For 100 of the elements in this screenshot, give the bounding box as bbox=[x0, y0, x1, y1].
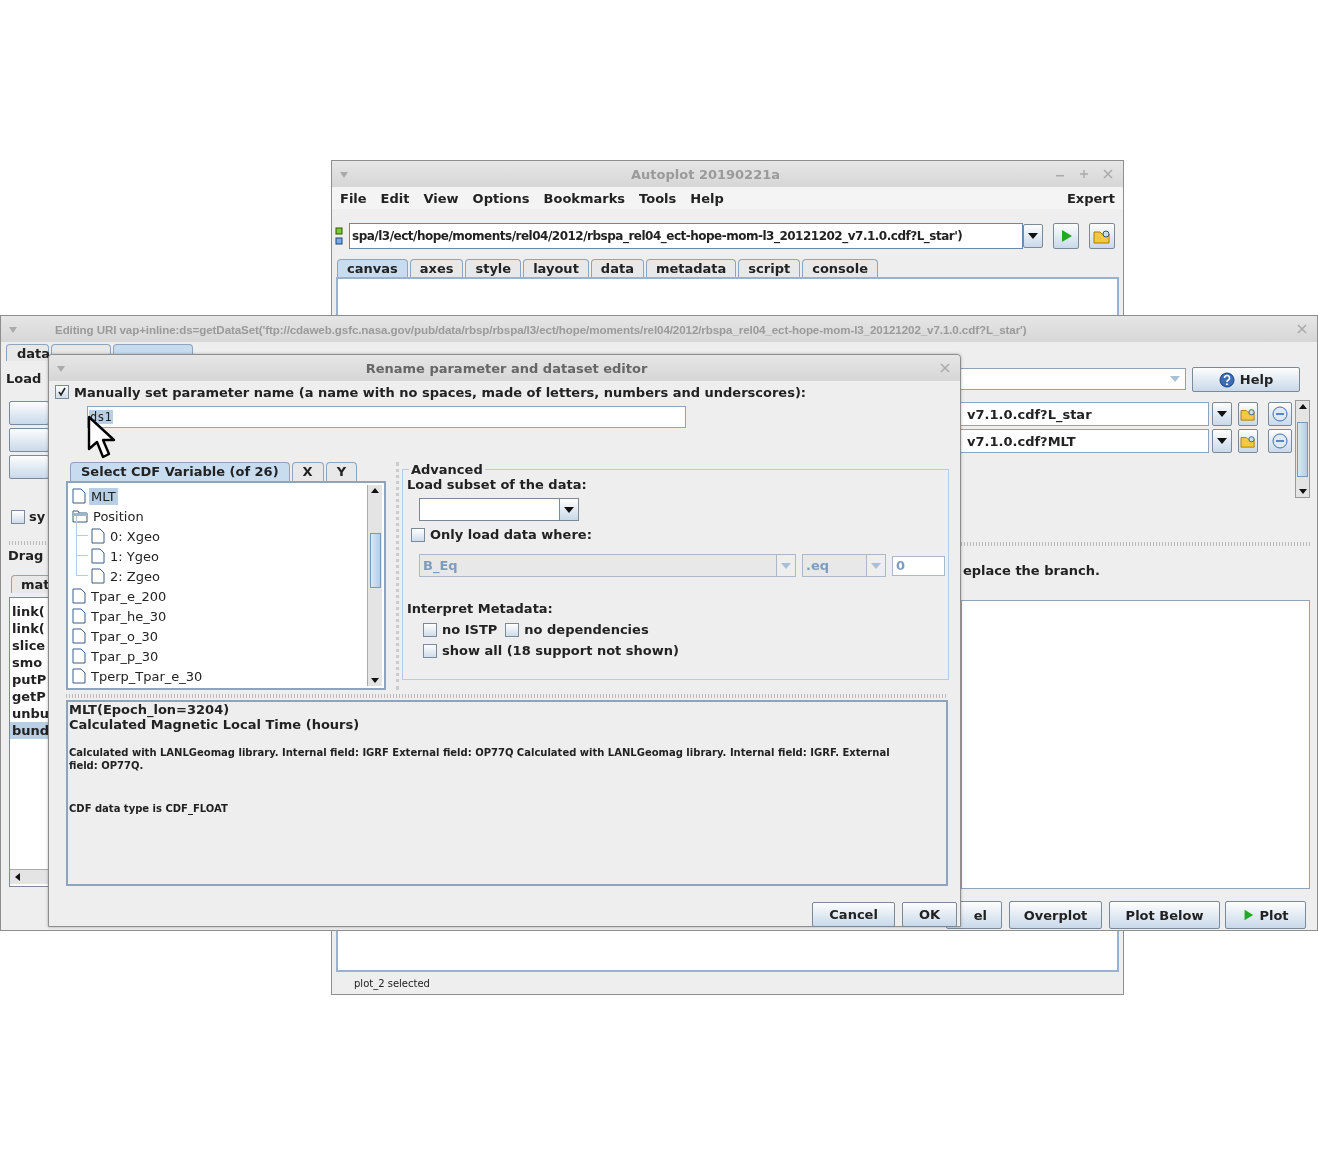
list-item[interactable]: bund bbox=[10, 722, 48, 739]
help-button[interactable]: Help bbox=[1192, 367, 1300, 392]
dropdown-button[interactable] bbox=[1212, 402, 1232, 426]
checkbox[interactable] bbox=[11, 509, 25, 524]
list-item[interactable]: link( bbox=[10, 603, 48, 620]
list-item[interactable]: getP bbox=[10, 688, 48, 705]
tree-line bbox=[76, 516, 88, 536]
tab[interactable]: Select CDF Variable (of 26) bbox=[70, 462, 290, 481]
window-title: Autoplot 20190221a bbox=[630, 166, 781, 182]
checkbox[interactable] bbox=[423, 622, 437, 637]
file-icon bbox=[91, 528, 105, 544]
list-item[interactable]: smo bbox=[10, 654, 48, 671]
button[interactable] bbox=[9, 401, 49, 425]
remove-icon[interactable] bbox=[1268, 402, 1292, 426]
label: Load subset of the data: bbox=[407, 477, 588, 492]
description-text: Calculated with LANLGeomag library. Internal field: IGRF External field: OP77Q Calculated with LANLGeomag library. Internal field: IGRF. External field: OP77Q. bbox=[69, 746, 891, 772]
dropdown-button[interactable] bbox=[1212, 429, 1232, 453]
file-icon bbox=[91, 548, 105, 564]
tree-item[interactable]: Tpar_o_30 bbox=[89, 627, 160, 645]
menu-item[interactable]: File bbox=[340, 190, 367, 206]
dropdown[interactable] bbox=[419, 498, 579, 521]
status-text: plot_2 selected bbox=[353, 976, 431, 992]
tree-item[interactable]: 0: Xgeo bbox=[108, 527, 162, 545]
checkbox-label: Only load data where: bbox=[430, 527, 592, 542]
folder-icon[interactable] bbox=[1238, 429, 1258, 453]
variable-signature: MLT(Epoch_lon=3204) bbox=[69, 702, 231, 717]
window-menu-icon[interactable] bbox=[56, 366, 66, 372]
tab[interactable]: data bbox=[590, 259, 644, 277]
menu-item[interactable]: Expert bbox=[1067, 190, 1115, 206]
file-icon bbox=[72, 668, 86, 684]
checkbox-label: no ISTP bbox=[442, 622, 498, 637]
tab[interactable]: X bbox=[291, 462, 324, 481]
uri-field[interactable]: v7.1.0.cdf?L_star bbox=[959, 402, 1209, 426]
tab[interactable]: script bbox=[738, 259, 801, 277]
dropdown-button[interactable] bbox=[1023, 224, 1043, 248]
tree-item[interactable]: 1: Ygeo bbox=[108, 547, 161, 565]
scrollbar[interactable] bbox=[10, 869, 48, 884]
uri-field[interactable]: v7.1.0.cdf?MLT bbox=[959, 429, 1209, 453]
menu-item[interactable]: Options bbox=[472, 190, 530, 206]
play-icon bbox=[1242, 909, 1255, 921]
menu-item[interactable]: View bbox=[423, 190, 459, 206]
file-icon bbox=[72, 608, 86, 624]
remove-icon[interactable] bbox=[1268, 429, 1292, 453]
menu-item[interactable]: Bookmarks bbox=[543, 190, 626, 206]
tab[interactable]: Y bbox=[325, 462, 358, 481]
list-item[interactable]: unbu bbox=[10, 705, 48, 722]
button[interactable]: Cancel bbox=[812, 902, 895, 927]
tree-item[interactable]: Position bbox=[91, 507, 146, 525]
folder-icon[interactable] bbox=[1089, 223, 1115, 249]
list-item[interactable]: putP bbox=[10, 671, 48, 688]
button[interactable] bbox=[9, 428, 49, 452]
button[interactable]: OK bbox=[901, 902, 957, 927]
tree-item[interactable]: MLT bbox=[89, 487, 118, 505]
list-item[interactable]: link( bbox=[10, 620, 48, 637]
checkbox[interactable] bbox=[505, 622, 520, 637]
folder-icon[interactable] bbox=[1238, 402, 1258, 426]
tab[interactable]: axes bbox=[409, 259, 464, 277]
scrollbar[interactable] bbox=[1295, 400, 1310, 498]
close-icon[interactable] bbox=[1103, 169, 1113, 179]
button[interactable] bbox=[9, 455, 49, 479]
tab[interactable]: console bbox=[802, 259, 879, 277]
label: Interpret Metadata: bbox=[407, 601, 554, 616]
dialog-title: Rename parameter and dataset editor bbox=[364, 360, 649, 376]
scrollbar[interactable] bbox=[367, 485, 382, 686]
list-item[interactable]: slice bbox=[10, 637, 48, 654]
menu-item[interactable]: Edit bbox=[380, 190, 410, 206]
window-menu-icon[interactable] bbox=[8, 327, 18, 333]
button[interactable]: Plot Below bbox=[1109, 901, 1220, 929]
window-menu-icon[interactable] bbox=[339, 172, 349, 178]
hint-text: eplace the branch. bbox=[963, 563, 1100, 578]
file-icon bbox=[72, 488, 86, 504]
menu-item[interactable]: Tools bbox=[639, 190, 677, 206]
file-icon bbox=[72, 628, 86, 644]
tab[interactable]: style bbox=[465, 259, 522, 277]
tree-item[interactable]: Tpar_he_30 bbox=[89, 607, 169, 625]
uri-field[interactable]: spa/l3/ect/hope/moments/rel04/2012/rbspa_rel04_ect-hope-mom-l3_20121202_v7.1.0.cdf?L_star') bbox=[349, 223, 1023, 249]
button[interactable]: Overplot bbox=[1009, 901, 1102, 929]
menu-item[interactable]: Help bbox=[690, 190, 724, 206]
tab[interactable]: canvas bbox=[337, 259, 408, 277]
label: Drag bbox=[8, 548, 44, 563]
tab[interactable]: layout bbox=[523, 259, 589, 277]
checkbox[interactable] bbox=[55, 385, 69, 399]
tree-line bbox=[76, 536, 88, 556]
label: Load bbox=[6, 371, 42, 386]
button[interactable]: Plot bbox=[1225, 901, 1306, 929]
tab[interactable]: metadata bbox=[645, 259, 737, 277]
play-icon[interactable] bbox=[1053, 223, 1079, 249]
checkbox[interactable] bbox=[423, 643, 437, 658]
tree-item[interactable]: Tpar_p_30 bbox=[89, 647, 161, 665]
checkbox-label: sy bbox=[29, 509, 46, 524]
close-icon[interactable] bbox=[1297, 324, 1307, 334]
tree-item[interactable]: Tperp_Tpar_e_30 bbox=[89, 667, 205, 685]
variable-title: Calculated Magnetic Local Time (hours) bbox=[69, 717, 361, 732]
folder-icon bbox=[72, 509, 88, 523]
file-icon bbox=[91, 568, 105, 584]
tab[interactable]: data bbox=[6, 344, 49, 361]
tree-item[interactable]: 2: Zgeo bbox=[108, 567, 162, 585]
checkbox-label: Manually set parameter name (a name with no spaces, made of letters, numbers and underscores): bbox=[74, 384, 807, 400]
tree-item[interactable]: Tpar_e_200 bbox=[89, 587, 169, 605]
close-icon[interactable] bbox=[940, 363, 950, 373]
